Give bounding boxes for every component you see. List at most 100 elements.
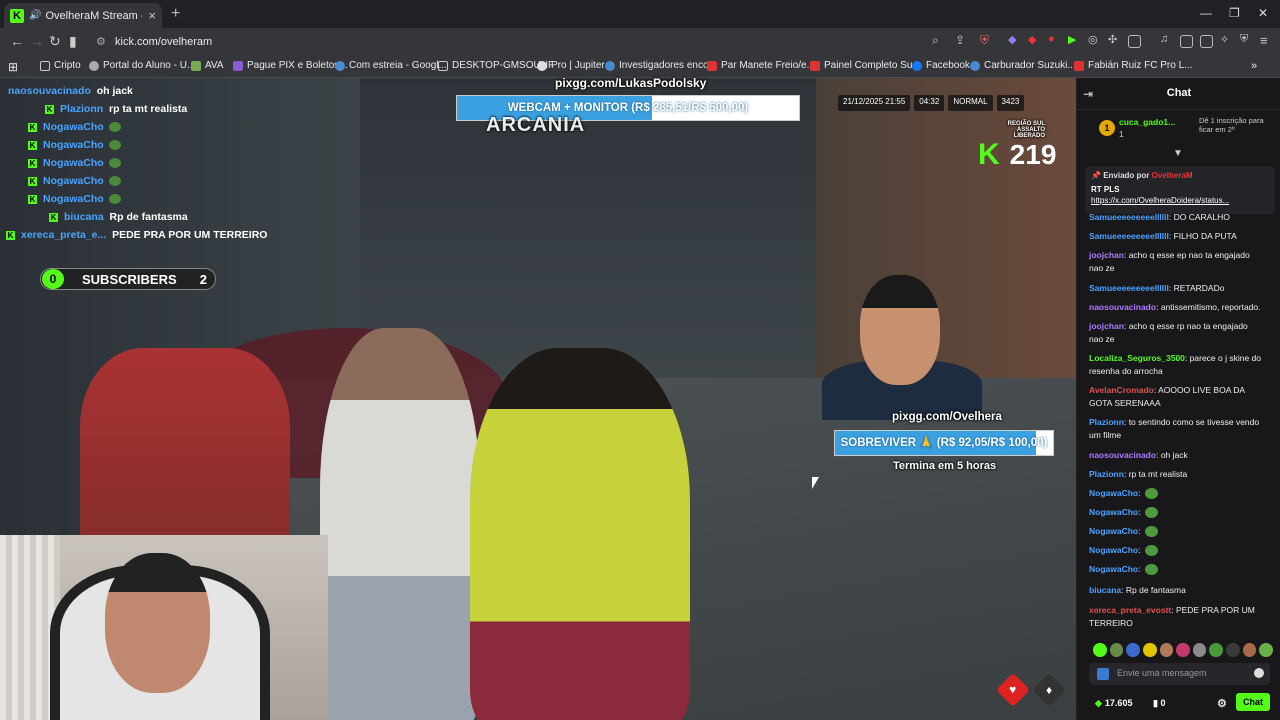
browser-tab[interactable]: K 🔊 OvelheraM Stream - Watch L × — [4, 3, 162, 28]
apps-grid-icon[interactable]: ⊞ — [8, 60, 18, 74]
game-hud: 21/12/2025 21:55 04:32 NORMAL 3423 — [838, 95, 1076, 111]
emote-icon[interactable] — [1142, 643, 1157, 657]
more-bookmarks-icon[interactable]: » — [1251, 60, 1257, 72]
chat-message: Plazionn: rp ta mt realista — [1089, 469, 1188, 479]
extension-2-icon[interactable]: ◆ — [1028, 33, 1036, 46]
zoom-icon[interactable]: ⌕ — [932, 33, 939, 48]
minimize-icon[interactable]: — — [1200, 6, 1212, 20]
chat-username[interactable]: joojchan — [1089, 321, 1124, 331]
frog-emote-icon — [108, 194, 121, 204]
emoji-icon[interactable] — [1254, 668, 1264, 678]
menu-icon[interactable]: ≡ — [1260, 33, 1268, 48]
chat-username[interactable]: xereca_preta_evostt — [1089, 605, 1171, 615]
chat-username[interactable]: Plazionn — [1089, 469, 1124, 479]
back-icon[interactable]: ← — [10, 33, 24, 49]
extension-4-icon[interactable]: ▶ — [1068, 33, 1076, 46]
chat-username[interactable]: AvelanCromado — [1089, 385, 1154, 395]
kick-badge-icon: K — [6, 230, 15, 240]
shield-icon[interactable]: ⛨ — [1240, 33, 1248, 46]
gear-icon[interactable]: ⚙ — [1217, 697, 1227, 710]
wallet-icon[interactable] — [1200, 35, 1213, 48]
chat-username[interactable]: Samueeeeeeeeellllll — [1089, 283, 1169, 293]
close-window-icon[interactable]: ✕ — [1258, 6, 1268, 20]
bookmark-item[interactable]: Painel Completo Su... — [810, 60, 921, 71]
bookmark-item[interactable]: Pro | Jupiter — [537, 60, 605, 71]
extensions-icon[interactable]: ✣ — [1108, 33, 1117, 46]
site-icon — [537, 60, 547, 71]
new-tab-icon[interactable]: + — [171, 5, 180, 23]
chat-username[interactable]: naosouvacinado — [1089, 302, 1156, 312]
chat-username[interactable]: Plazionn — [1089, 417, 1124, 427]
emote-icon[interactable] — [1093, 643, 1107, 657]
chat-username[interactable]: Samueeeeeeeeellllll — [1089, 212, 1169, 222]
bookmark-item[interactable]: Par Manete Freio/e... — [707, 60, 815, 71]
emote-icon[interactable] — [1226, 643, 1240, 657]
emote-icon[interactable] — [1242, 643, 1257, 657]
kick-badge-icon: K — [45, 104, 54, 114]
overlay-chat-line: naosouvacinado oh jack — [8, 85, 133, 97]
bookmark-item[interactable]: AVA — [191, 60, 224, 71]
chat-message: Samueeeeeeeeellllll: RETARDADo — [1089, 283, 1225, 293]
bookmark-item[interactable]: Fabián Ruiz FC Pro L... — [1074, 60, 1192, 71]
reload-icon[interactable]: ↻ — [49, 33, 61, 50]
send-chat-button[interactable]: Chat — [1236, 693, 1270, 711]
screenshot-icon[interactable] — [1128, 35, 1141, 48]
bookmark-item[interactable]: Facebook — [912, 60, 970, 71]
chat-message: NogawaCho: — [1089, 563, 1264, 576]
medal-icon: 1 — [1099, 120, 1115, 136]
bookmark-item[interactable]: Com estreia - Googl... — [335, 60, 447, 71]
forward-icon[interactable]: → — [30, 33, 44, 49]
expand-icon[interactable]: ▼ — [1173, 148, 1183, 159]
game-logo: ARCANIA — [486, 114, 586, 136]
chat-username[interactable]: Localiza_Seguros_3500 — [1089, 353, 1185, 363]
chat-username[interactable]: NogawaCho — [1089, 526, 1138, 536]
share-icon[interactable]: ⇪ — [955, 33, 965, 47]
emote-icon[interactable] — [1192, 643, 1207, 657]
bag-counter[interactable]: ▮ 0 — [1153, 698, 1165, 709]
site-info-icon[interactable]: ⚙ — [96, 32, 106, 52]
chat-username[interactable]: biucana — [1089, 585, 1121, 595]
bookmark-item[interactable]: Pague PIX e Boletos... — [233, 60, 348, 71]
emote-icon[interactable] — [1209, 643, 1224, 657]
chat-username[interactable]: NogawaCho — [1089, 507, 1138, 517]
chat-username[interactable]: NogawaCho — [1089, 545, 1138, 555]
extension-3-icon[interactable]: ● — [1048, 33, 1055, 45]
chat-username[interactable]: joojchan — [1089, 250, 1124, 260]
site-icon — [191, 60, 201, 71]
pinned-message[interactable]: 📌 Enviado por OvelheraM RT PLS https://x… — [1085, 166, 1275, 214]
bookmark-item[interactable]: Carburador Suzuki... — [970, 60, 1076, 71]
maximize-icon[interactable]: ❐ — [1229, 6, 1240, 20]
google-icon — [970, 60, 980, 71]
copilot-icon[interactable]: ✧ — [1220, 33, 1229, 46]
gift-leaderboard[interactable]: 1 cuca_gado1... 1 Dê 1 inscrição para fi… — [1077, 112, 1280, 142]
chat-message: Samueeeeeeeeellllll: FILHO DA PUTA — [1089, 231, 1237, 241]
bookmarks-bar: ⊞ Cripto Portal do Aluno - U... AVA Pagu… — [0, 56, 1280, 78]
chat-username[interactable]: Samueeeeeeeeellllll — [1089, 231, 1169, 241]
emote-icon[interactable] — [1109, 643, 1124, 657]
bookmark-icon[interactable]: ▮ — [69, 33, 77, 50]
chat-username[interactable]: NogawaCho — [1089, 564, 1138, 574]
extension-5-icon[interactable]: ◎ — [1088, 33, 1098, 46]
bookmark-item[interactable]: Portal do Aluno - U... — [89, 60, 195, 71]
emote-icon[interactable] — [1159, 643, 1174, 657]
mouse-cursor-icon — [812, 477, 819, 489]
tab-title: OvelheraM Stream - Watch L — [45, 9, 142, 22]
close-tab-icon[interactable]: × — [148, 8, 156, 23]
pinned-link[interactable]: https://x.com/OvelheraDoidera/status... — [1091, 196, 1269, 205]
extension-1-icon[interactable]: ◆ — [1008, 33, 1016, 46]
emote-icon[interactable] — [1176, 643, 1190, 657]
media-icon[interactable]: ♫ — [1160, 33, 1168, 45]
bookmark-item[interactable]: Investigadores enco... — [605, 60, 717, 71]
facebook-icon — [912, 60, 922, 71]
sidebar-icon[interactable] — [1180, 35, 1193, 48]
emote-icon[interactable] — [1259, 643, 1274, 657]
channel-points[interactable]: ◆ 17.605 — [1095, 698, 1132, 709]
chat-username[interactable]: NogawaCho — [1089, 488, 1138, 498]
chat-input[interactable]: Envie uma mensagem — [1089, 663, 1270, 685]
speaker-icon[interactable]: 🔊 — [29, 10, 41, 21]
chat-username[interactable]: naosouvacinado — [1089, 450, 1156, 460]
extension-shield-icon[interactable]: ⛨ — [980, 33, 989, 48]
emote-icon[interactable] — [1126, 643, 1140, 657]
bookmark-item[interactable]: Cripto — [40, 60, 81, 71]
url-field[interactable]: ⚙ kick.com/ovelheram — [90, 32, 1000, 52]
